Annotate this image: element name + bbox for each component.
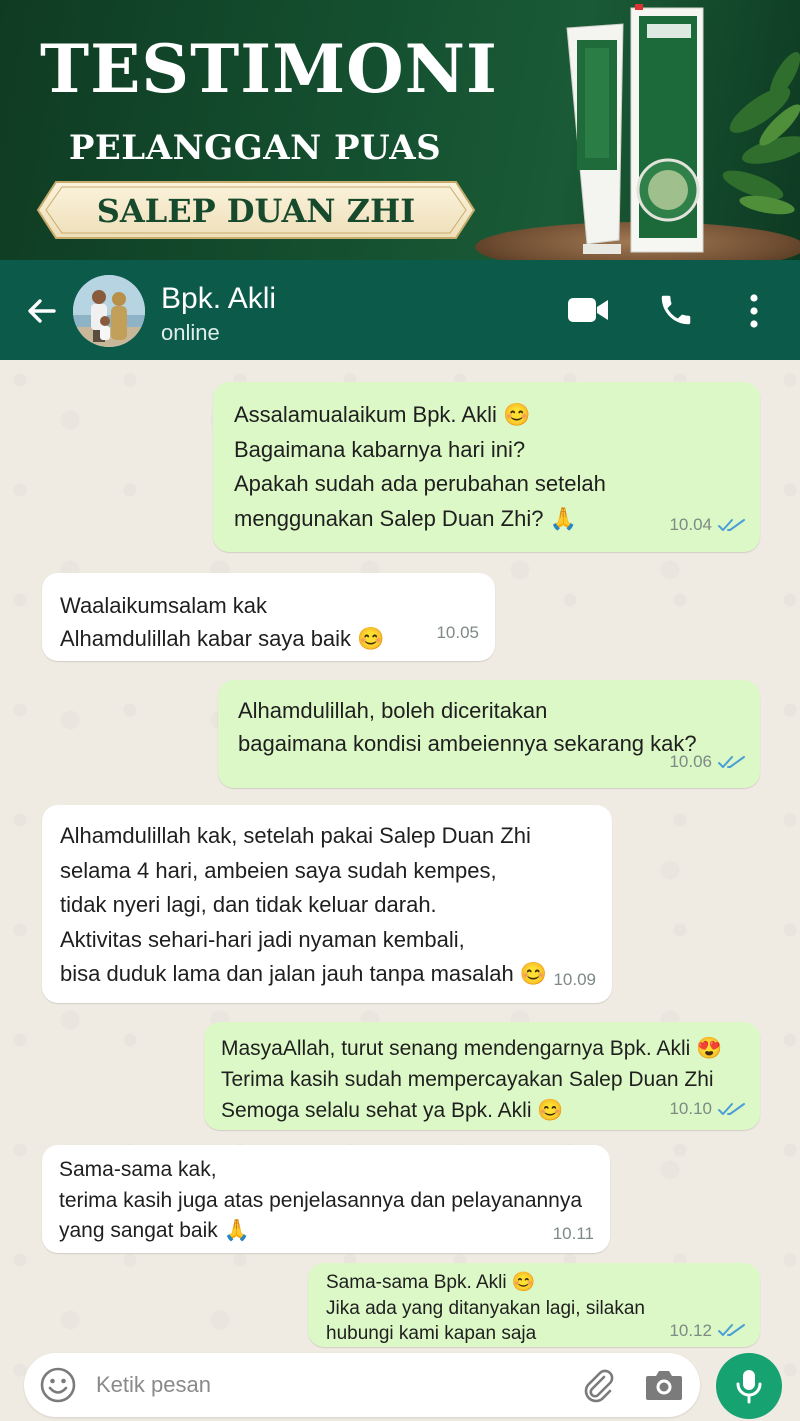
message-text: Terima kasih sudah mempercayakan Salep D… <box>221 1068 714 1091</box>
message-input[interactable] <box>96 1363 566 1407</box>
message-text: Assalamualaikum Bpk. Akli 😊 <box>234 402 531 427</box>
chat-header: Bpk. Akli online <box>0 260 800 360</box>
message-time: 10.11 <box>552 1223 594 1243</box>
message-text: terima kasih juga atas penjelasannya dan… <box>59 1188 583 1212</box>
message-meta: 10.11 <box>553 1219 594 1250</box>
emoji-icon[interactable] <box>39 1366 77 1404</box>
message-time: 10.10 <box>669 1099 712 1118</box>
camera-icon[interactable] <box>644 1367 684 1403</box>
message-meta: 10.09 <box>553 963 596 998</box>
message-time: 10.12 <box>669 1320 712 1340</box>
message-text: Alhamdulillah kabar saya baik 😊 <box>60 626 385 651</box>
message-bubble-incoming[interactable]: Alhamdulillah kak, setelah pakai Salep D… <box>42 805 612 1003</box>
message-bubble-incoming[interactable]: Sama-sama kak, terima kasih juga atas pe… <box>42 1145 610 1253</box>
message-text: menggunakan Salep Duan Zhi? 🙏 <box>234 505 577 531</box>
message-input-bar <box>24 1353 700 1417</box>
message-text: Sama-sama Bpk. Akli 😊 <box>326 1272 536 1293</box>
message-time: 10.09 <box>553 969 596 989</box>
chat-area[interactable]: Assalamualaikum Bpk. Akli 😊 Bagaimana ka… <box>0 360 800 1421</box>
message-text: Semoga selalu sehat ya Bpk. Akli 😊 <box>221 1099 564 1122</box>
contact-name[interactable]: Bpk. Akli <box>161 282 276 316</box>
message-text: Bagaimana kabarnya hari ini? <box>234 436 526 462</box>
message-meta: 10.06 <box>669 745 746 778</box>
contact-status: online <box>161 320 220 345</box>
microphone-icon <box>736 1370 762 1404</box>
message-bubble-outgoing[interactable]: Assalamualaikum Bpk. Akli 😊 Bagaimana ka… <box>213 382 760 552</box>
message-text: tidak nyeri lagi, dan tidak keluar darah… <box>60 892 437 917</box>
read-receipt-icon <box>718 518 745 531</box>
more-options-icon[interactable] <box>744 292 764 330</box>
message-bubble-outgoing[interactable]: Alhamdulillah, boleh diceritakan bagaima… <box>218 680 760 788</box>
attach-icon[interactable] <box>580 1367 616 1403</box>
banner-subtitle: PELANGGAN PUAS <box>68 128 442 168</box>
message-text: bagaimana kondisi ambeiennya sekarang ka… <box>238 731 697 756</box>
message-meta: 10.10 <box>669 1093 746 1124</box>
message-text: Alhamdulillah kak, setelah pakai Salep D… <box>60 823 531 848</box>
banner-title: TESTIMONI <box>40 30 498 108</box>
phone-call-icon[interactable] <box>657 291 695 329</box>
message-text: Sama-sama kak, <box>59 1158 217 1181</box>
product-name: SALEP DUAN ZHI <box>96 192 416 230</box>
read-receipt-icon <box>718 755 745 768</box>
product-ribbon: SALEP DUAN ZHI <box>36 180 476 240</box>
contact-avatar[interactable] <box>73 275 145 347</box>
message-meta: 10.04 <box>669 508 746 543</box>
message-meta: 10.12 <box>669 1318 746 1344</box>
voice-record-button[interactable] <box>716 1353 782 1419</box>
message-time: 10.04 <box>669 514 712 534</box>
message-text: Apakah sudah ada perubahan setelah <box>234 471 606 496</box>
family-photo <box>73 275 145 347</box>
promo-banner: TESTIMONI PELANGGAN PUAS SALEP DUAN ZHI <box>0 0 800 260</box>
message-bubble-outgoing[interactable]: Sama-sama Bpk. Akli 😊 Jika ada yang dita… <box>308 1263 760 1347</box>
read-receipt-icon <box>718 1324 745 1337</box>
message-time: 10.05 <box>436 623 479 642</box>
message-text: bisa duduk lama dan jalan jauh tanpa mas… <box>60 961 548 986</box>
message-text: Waalaikumsalam kak <box>60 593 268 618</box>
message-text: MasyaAllah, turut senang mendengarnya Bp… <box>221 1037 723 1060</box>
message-bubble-outgoing[interactable]: MasyaAllah, turut senang mendengarnya Bp… <box>204 1022 760 1130</box>
read-receipt-icon <box>718 1102 745 1115</box>
back-arrow-icon[interactable] <box>24 293 60 329</box>
message-text: Alhamdulillah, boleh diceritakan <box>238 698 548 723</box>
video-call-icon[interactable] <box>567 295 609 325</box>
message-text: yang sangat baik 🙏 <box>59 1219 250 1242</box>
message-bubble-incoming[interactable]: Waalaikumsalam kak Alhamdulillah kabar s… <box>42 573 495 661</box>
message-text: Aktivitas sehari-hari jadi nyaman kembal… <box>60 926 465 952</box>
message-meta: 10.05 <box>436 616 479 649</box>
message-time: 10.06 <box>669 752 712 771</box>
message-text: selama 4 hari, ambeien saya sudah kempes… <box>60 857 497 883</box>
product-image <box>566 4 800 254</box>
